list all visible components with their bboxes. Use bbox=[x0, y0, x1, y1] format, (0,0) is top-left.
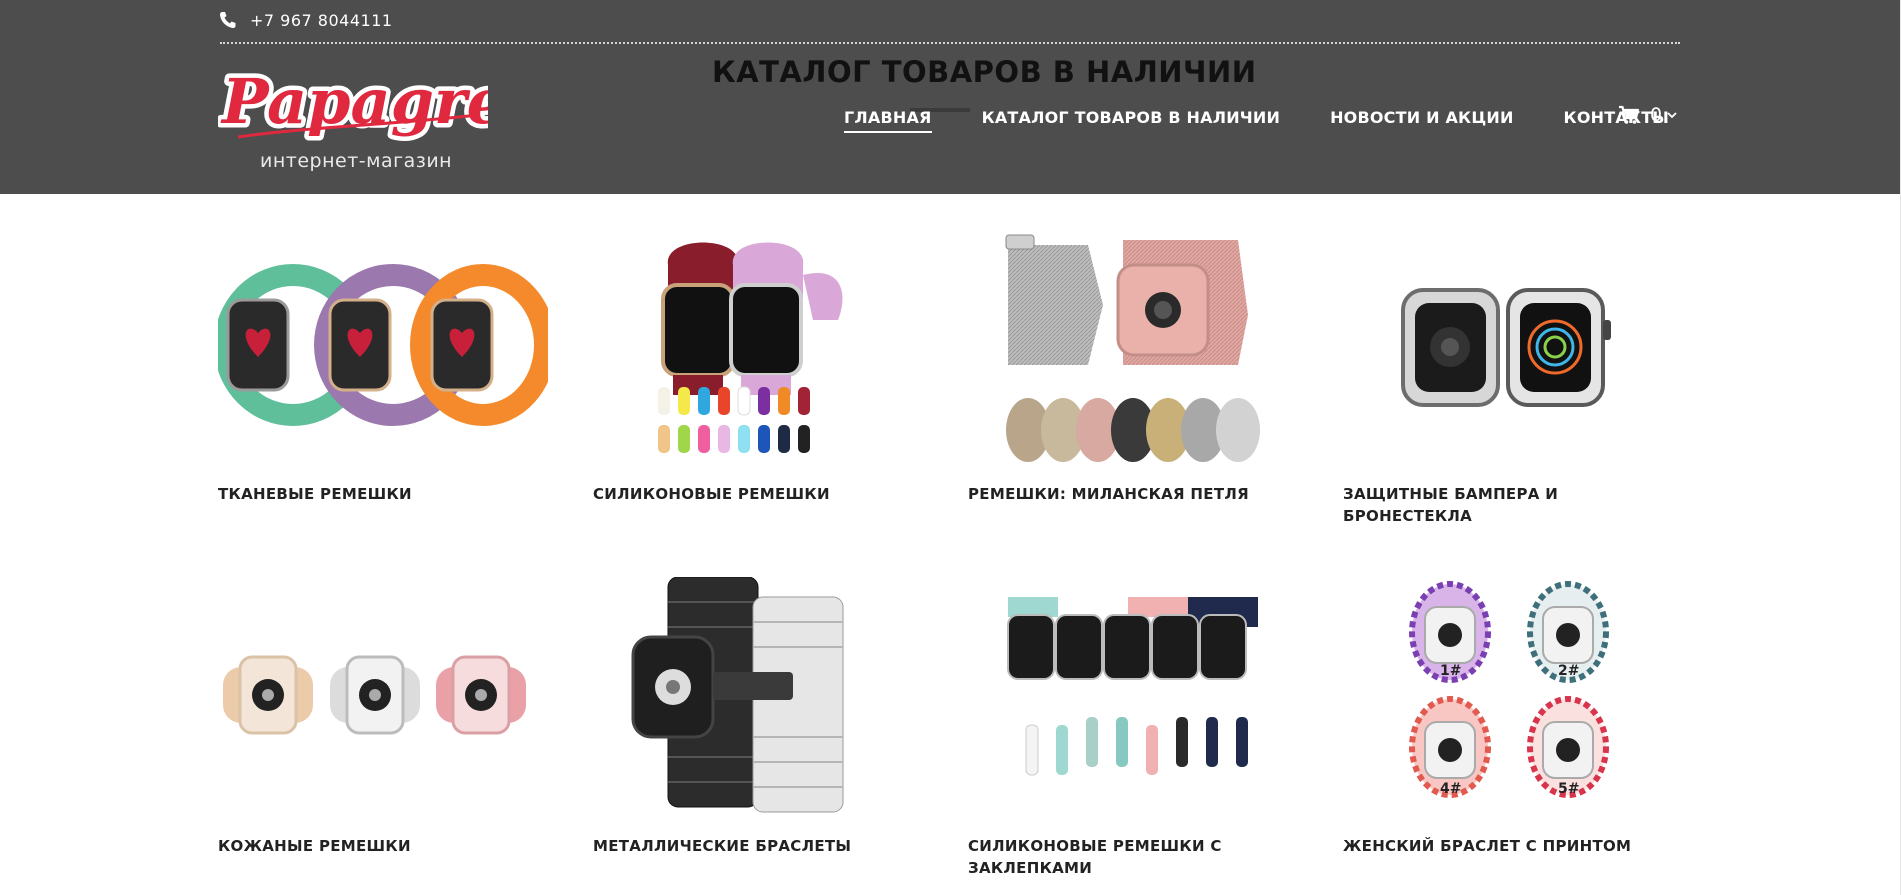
bumper-cases-image[interactable] bbox=[1343, 225, 1673, 465]
silicone-watch-bands-image[interactable] bbox=[593, 225, 923, 465]
category-title[interactable]: ЗАЩИТНЫЕ БАМПЕРА И БРОНЕСТЕКЛА bbox=[1343, 483, 1673, 527]
category-card-studded[interactable]: СИЛИКОНОВЫЕ РЕМЕШКИ С ЗАКЛЕПКАМИ bbox=[968, 577, 1298, 877]
category-card-woven[interactable]: ТКАНЕВЫЕ РЕМЕШКИ bbox=[214, 225, 556, 525]
category-title[interactable]: ТКАНЕВЫЕ РЕМЕШКИ bbox=[218, 483, 548, 505]
woven-watch-bands-image[interactable] bbox=[214, 225, 556, 465]
category-card-printed[interactable]: 1# 2# 4# 5# ЖЕНСКИЙ БРАСЛЕТ С ПРИНТОМ bbox=[1343, 577, 1673, 877]
category-card-metal[interactable]: МЕТАЛЛИЧЕСКИЕ БРАСЛЕТЫ bbox=[593, 576, 923, 877]
cart-count: 0 bbox=[1650, 104, 1663, 126]
nav-item-home[interactable]: ГЛАВНАЯ bbox=[844, 108, 932, 133]
main-nav: ГЛАВНАЯ КАТАЛОГ ТОВАРОВ В НАЛИЧИИ НОВОСТ… bbox=[844, 108, 1719, 133]
cart-icon bbox=[1618, 105, 1640, 125]
page: +7 967 8044111 Papagrek Papagrek интерне… bbox=[0, 0, 1901, 895]
studded-silicone-bands-image[interactable] bbox=[968, 577, 1298, 817]
category-title[interactable]: МЕТАЛЛИЧЕСКИЕ БРАСЛЕТЫ bbox=[593, 835, 923, 857]
header-divider bbox=[220, 42, 1680, 44]
site-header: +7 967 8044111 Papagrek Papagrek интерне… bbox=[0, 0, 1900, 194]
category-card-leather[interactable]: КОЖАНЫЕ РЕМЕШКИ bbox=[218, 577, 548, 877]
leather-watch-bands-image[interactable] bbox=[218, 577, 548, 817]
category-title[interactable]: СИЛИКОНОВЫЕ РЕМЕШКИ С ЗАКЛЕПКАМИ bbox=[968, 835, 1298, 879]
nav-item-news[interactable]: НОВОСТИ И АКЦИИ bbox=[1330, 108, 1513, 133]
variant-label: 5# bbox=[1558, 781, 1579, 797]
contact-bar: +7 967 8044111 bbox=[218, 8, 393, 32]
metal-bracelets-image[interactable] bbox=[593, 576, 923, 817]
category-card-bumpers[interactable]: ЗАЩИТНЫЕ БАМПЕРА И БРОНЕСТЕКЛА bbox=[1343, 225, 1673, 525]
chevron-down-icon bbox=[1666, 109, 1678, 121]
category-card-milanese[interactable]: РЕМЕШКИ: МИЛАНСКАЯ ПЕТЛЯ bbox=[968, 225, 1298, 525]
phone-number[interactable]: +7 967 8044111 bbox=[250, 11, 393, 30]
page-title: КАТАЛОГ ТОВАРОВ В НАЛИЧИИ bbox=[712, 55, 1257, 89]
logo-tagline: интернет-магазин bbox=[260, 150, 453, 172]
category-title[interactable]: СИЛИКОНОВЫЕ РЕМЕШКИ bbox=[593, 483, 923, 505]
category-card-silicone[interactable]: СИЛИКОНОВЫЕ РЕМЕШКИ bbox=[593, 225, 923, 525]
phone-icon bbox=[218, 10, 238, 30]
variant-label: 2# bbox=[1558, 663, 1579, 679]
cart-button[interactable]: 0 bbox=[1618, 104, 1678, 126]
nav-item-catalog[interactable]: КАТАЛОГ ТОВАРОВ В НАЛИЧИИ bbox=[982, 108, 1281, 133]
variant-label: 4# bbox=[1440, 781, 1461, 797]
category-title[interactable]: КОЖАНЫЕ РЕМЕШКИ bbox=[218, 835, 548, 857]
variant-label: 1# bbox=[1440, 663, 1461, 679]
milanese-loop-bands-image[interactable] bbox=[968, 225, 1298, 465]
category-title[interactable]: ЖЕНСКИЙ БРАСЛЕТ С ПРИНТОМ bbox=[1343, 835, 1673, 857]
printed-bands-image[interactable]: 1# 2# 4# 5# bbox=[1343, 577, 1673, 817]
category-title[interactable]: РЕМЕШКИ: МИЛАНСКАЯ ПЕТЛЯ bbox=[968, 483, 1298, 505]
